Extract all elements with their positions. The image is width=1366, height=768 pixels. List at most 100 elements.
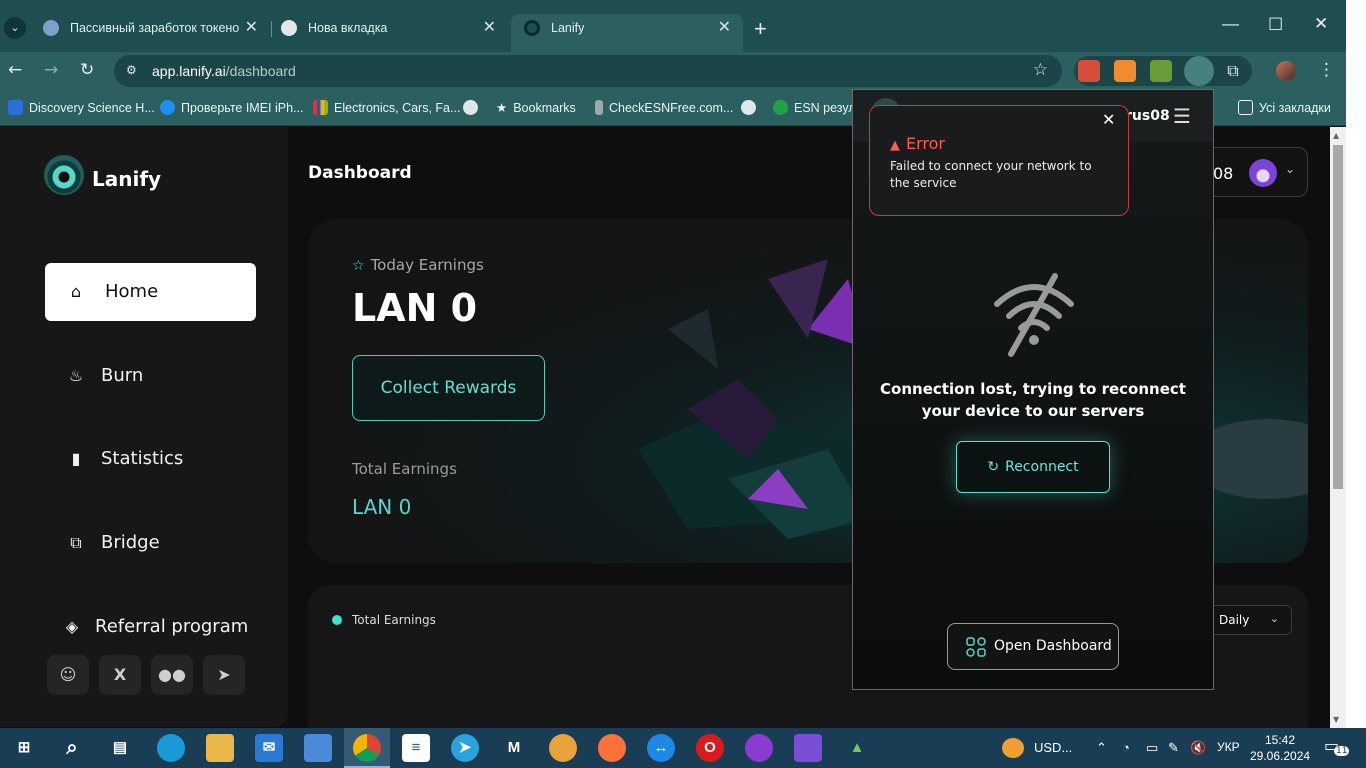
- network-icon[interactable]: ◔: [1122, 740, 1130, 755]
- tab-search-button[interactable]: ⌄: [4, 17, 26, 39]
- tab-passive-income[interactable]: Пассивный заработок токено ✕: [30, 14, 270, 52]
- new-tab-button[interactable]: +: [754, 16, 767, 42]
- url-text: app.lanify.ai/dashboard: [152, 63, 296, 79]
- close-tab-icon[interactable]: ✕: [718, 14, 731, 42]
- sidebar-item-burn[interactable]: ♨ Burn: [45, 347, 256, 405]
- vr-app-icon[interactable]: [745, 734, 773, 762]
- error-message: Failed to connect your network to the se…: [890, 159, 1092, 190]
- bookmark-item[interactable]: Electronics, Cars, Fa...: [313, 100, 460, 115]
- period-select[interactable]: Daily ⌄: [1206, 605, 1292, 635]
- user-menu[interactable]: 08 ⌄: [1198, 147, 1308, 197]
- store-icon[interactable]: [304, 734, 332, 762]
- telegram-taskbar-icon[interactable]: ➤: [451, 734, 479, 762]
- windows-start-icon[interactable]: ⊞: [10, 734, 38, 762]
- forward-arrow-icon[interactable]: →: [44, 60, 58, 80]
- sidebar-item-home[interactable]: ⌂ Home: [45, 263, 256, 321]
- window-close-icon[interactable]: ✕: [1314, 14, 1328, 34]
- bar-chart-icon: ▮: [71, 449, 81, 468]
- bridge-icon: ⧉: [70, 533, 82, 552]
- metamask-fox-icon[interactable]: [1114, 60, 1136, 82]
- edge-browser-icon[interactable]: [157, 734, 185, 762]
- system-clock[interactable]: 15:42 29.06.2024: [1250, 732, 1310, 764]
- mail-icon[interactable]: ✉: [255, 734, 283, 762]
- maximize-icon[interactable]: ☐: [1268, 15, 1283, 35]
- reconnect-button[interactable]: ↻ Reconnect: [956, 441, 1110, 493]
- bookmark-star-icon[interactable]: ☆: [1033, 60, 1048, 80]
- total-earnings-value: LAN 0: [352, 495, 412, 519]
- collect-rewards-button[interactable]: Collect Rewards: [352, 355, 545, 421]
- stocks-app-icon[interactable]: ▲: [843, 734, 871, 762]
- discord-icon[interactable]: ☺: [47, 655, 89, 695]
- extension-store-icon[interactable]: [1078, 60, 1100, 82]
- teamviewer-icon[interactable]: ↔: [647, 734, 675, 762]
- refresh-icon: ↻: [987, 459, 1000, 475]
- bookmark-globe[interactable]: [463, 100, 478, 115]
- extension-popup: rus08 ☰ ✕ ▲ Error Failed to connect your …: [852, 89, 1214, 690]
- bookmark-item[interactable]: Discovery Science H...: [8, 100, 155, 115]
- total-earnings-label: Total Earnings: [352, 460, 457, 478]
- search-icon[interactable]: ⌕: [58, 734, 86, 762]
- m-app-icon[interactable]: M: [500, 734, 528, 762]
- user-avatar: [1249, 159, 1277, 187]
- bookmark-item[interactable]: CheckESNFree.com...: [595, 100, 733, 115]
- extensions-puzzle-icon[interactable]: ⧉: [1222, 60, 1244, 82]
- page-scrollbar[interactable]: ▲ ▼: [1330, 127, 1346, 728]
- grass-extension-icon[interactable]: [1150, 60, 1172, 82]
- sidebar-item-label: Home: [105, 281, 159, 302]
- browser-toolbar: ← → ↻ ⚙ app.lanify.ai/dashboard ☆ ⧉ ⋮: [0, 52, 1366, 90]
- volume-muted-icon[interactable]: 🔇: [1190, 740, 1206, 756]
- profile-avatar[interactable]: [1276, 61, 1296, 81]
- bookmark-item[interactable]: Проверьте IMEI iPh...: [160, 100, 304, 115]
- lanify-extension-icon[interactable]: [1184, 56, 1214, 86]
- tab-lanify[interactable]: Lanify ✕: [511, 14, 743, 52]
- close-tab-icon[interactable]: ✕: [245, 14, 258, 42]
- close-tab-icon[interactable]: ✕: [483, 14, 496, 42]
- reload-icon[interactable]: ↻: [80, 60, 94, 80]
- shield-app-icon[interactable]: [549, 734, 577, 762]
- tray-expand-icon[interactable]: ⌃: [1096, 740, 1107, 756]
- currency-widget-label[interactable]: USD...: [1034, 740, 1072, 755]
- pen-icon[interactable]: ✎: [1168, 740, 1179, 756]
- telegram-icon[interactable]: ➤: [203, 655, 245, 695]
- bookmark-item[interactable]: ESN резул: [773, 100, 856, 115]
- tab-new-tab[interactable]: Нова вкладка ✕: [268, 14, 508, 52]
- clock-time: 15:42: [1264, 733, 1296, 747]
- hamburger-menu-icon[interactable]: ☰: [1173, 104, 1191, 128]
- site-info-icon[interactable]: ⚙: [126, 63, 137, 77]
- sidebar-item-statistics[interactable]: ▮ Statistics: [45, 430, 256, 488]
- minimize-icon[interactable]: —: [1222, 14, 1239, 34]
- star-icon: ★: [496, 101, 508, 115]
- all-bookmarks[interactable]: Усі закладки: [1238, 100, 1331, 115]
- bookmark-globe[interactable]: [741, 100, 756, 115]
- chrome-icon[interactable]: [353, 734, 381, 762]
- back-arrow-icon[interactable]: ←: [8, 60, 22, 80]
- firefox-icon[interactable]: [598, 734, 626, 762]
- sidebar-item-label: Referral program: [95, 616, 249, 637]
- address-bar[interactable]: ⚙ app.lanify.ai/dashboard ☆: [114, 55, 1062, 87]
- notifications-icon[interactable]: ▭ 11: [1324, 736, 1350, 760]
- scroll-down-icon[interactable]: ▼: [1333, 715, 1339, 724]
- flame-icon: ♨: [68, 366, 84, 385]
- document-icon[interactable]: ≡: [402, 734, 430, 762]
- file-explorer-icon[interactable]: [206, 734, 234, 762]
- error-toast: ✕ ▲ Error Failed to connect your network …: [869, 105, 1129, 216]
- scrollbar-thumb[interactable]: [1333, 145, 1343, 489]
- x-icon[interactable]: X: [99, 655, 141, 695]
- sidebar-item-bridge[interactable]: ⧉ Bridge: [45, 514, 256, 572]
- opera-icon[interactable]: O: [696, 734, 724, 762]
- currency-widget-icon[interactable]: [1002, 738, 1024, 758]
- warning-icon: ▲: [890, 138, 900, 153]
- medium-icon[interactable]: ●●: [151, 655, 193, 695]
- close-icon[interactable]: ✕: [1102, 110, 1115, 129]
- language-indicator[interactable]: УКР: [1217, 740, 1240, 754]
- open-dashboard-button[interactable]: Open Dashboard: [947, 623, 1119, 670]
- video-editor-icon[interactable]: [794, 734, 822, 762]
- browser-menu-icon[interactable]: ⋮: [1318, 60, 1335, 80]
- windows-taskbar: ⊞ ⌕ ▤ ✉ ≡ ➤ M ↔ O ▲ USD... ⌃ ◔ ▭ ✎ 🔇 УКР…: [0, 728, 1366, 768]
- bookmark-folder[interactable]: ★ Bookmarks: [496, 100, 576, 115]
- task-view-icon[interactable]: ▤: [106, 734, 134, 762]
- device-icon[interactable]: ▭: [1146, 740, 1158, 756]
- today-earnings-label: ☆ Today Earnings: [352, 256, 484, 274]
- sidebar-item-referral[interactable]: ◈ Referral program: [45, 598, 275, 656]
- scroll-up-icon[interactable]: ▲: [1333, 131, 1339, 140]
